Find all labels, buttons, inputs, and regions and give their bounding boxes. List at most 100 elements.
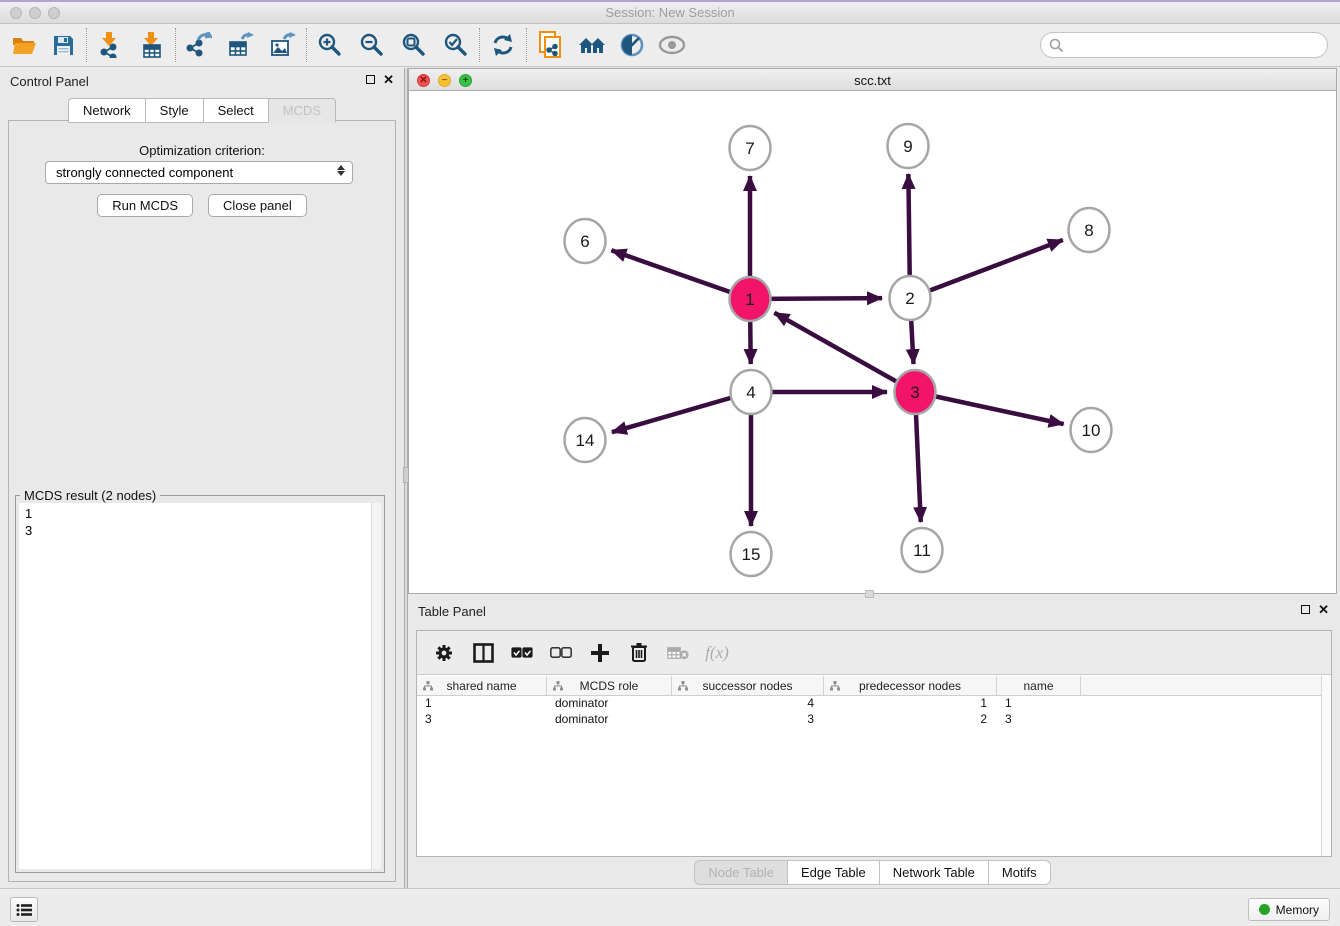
float-panel-icon[interactable] (366, 75, 375, 84)
table-cell-mcds_role[interactable]: dominator (547, 712, 672, 728)
table-cell-successor_nodes[interactable]: 3 (672, 712, 824, 728)
zoom-in-icon[interactable] (313, 28, 347, 62)
graph-node-3[interactable]: 3 (895, 370, 936, 414)
tab-network[interactable]: Network (68, 98, 145, 123)
memory-button[interactable]: Memory (1248, 898, 1330, 921)
export-network-icon[interactable] (182, 28, 216, 62)
criterion-value: strongly connected component (56, 165, 233, 180)
table-cell-name[interactable]: 1 (997, 696, 1081, 712)
mcds-result-text: 1 3 (19, 503, 371, 869)
graph-node-8[interactable]: 8 (1069, 208, 1110, 252)
graph-node-1[interactable]: 1 (730, 277, 771, 321)
graph-node-9[interactable]: 9 (888, 124, 929, 168)
hide-graphics-details-icon[interactable] (615, 28, 649, 62)
application-window: Session: New Session (0, 0, 1340, 926)
network-canvas[interactable]: 1 2 3 4 6 7 8 9 10 11 14 15 (409, 91, 1336, 593)
close-panel-icon[interactable]: ✕ (383, 75, 394, 84)
column-header-name[interactable]: name (997, 676, 1081, 695)
save-session-icon[interactable] (46, 28, 80, 62)
svg-text:4: 4 (746, 383, 755, 402)
export-table-icon[interactable] (224, 28, 258, 62)
close-panel-button[interactable]: Close panel (208, 194, 307, 217)
tab-style[interactable]: Style (145, 98, 203, 123)
memory-label: Memory (1276, 903, 1319, 917)
deselect-all-checkboxes-icon[interactable] (550, 642, 572, 664)
import-table-icon[interactable] (135, 28, 169, 62)
tab-mcds[interactable]: MCDS (268, 98, 336, 123)
table-cell-predecessor_nodes[interactable]: 1 (824, 696, 997, 712)
table-cell-successor_nodes[interactable]: 4 (672, 696, 824, 712)
window-titlebar: Session: New Session (0, 2, 1340, 24)
open-session-icon[interactable] (8, 28, 42, 62)
function-builder-icon: f(x) (706, 642, 728, 664)
show-graphics-details-icon (655, 28, 689, 62)
table-header-row: shared name MCDS role successor nodes pr… (417, 676, 1331, 696)
table-toolbar: f(x) (417, 631, 1331, 675)
graph-node-15[interactable]: 15 (731, 532, 772, 576)
graph-node-2[interactable]: 2 (890, 276, 931, 320)
tab-node-table[interactable]: Node Table (694, 860, 787, 885)
refresh-view-icon[interactable] (486, 28, 520, 62)
import-network-icon[interactable] (93, 28, 127, 62)
graph-node-4[interactable]: 4 (731, 370, 772, 414)
column-type-icon (830, 681, 840, 691)
zoom-out-icon[interactable] (355, 28, 389, 62)
tab-select[interactable]: Select (203, 98, 268, 123)
network-graph[interactable]: 1 2 3 4 6 7 8 9 10 11 14 15 (409, 91, 1336, 593)
run-mcds-button[interactable]: Run MCDS (97, 194, 193, 217)
criterion-dropdown[interactable]: strongly connected component (45, 161, 353, 184)
select-all-checkboxes-icon[interactable] (511, 642, 533, 664)
column-header-predecessor-nodes[interactable]: predecessor nodes (824, 676, 997, 695)
memory-status-icon (1259, 904, 1270, 915)
duplicate-network-icon[interactable] (533, 28, 567, 62)
tab-edge-table[interactable]: Edge Table (787, 860, 879, 885)
table-row[interactable]: 3dominator323 (417, 712, 1331, 728)
table-cell-predecessor_nodes[interactable]: 2 (824, 712, 997, 728)
graph-edge-3-1[interactable] (774, 313, 915, 392)
graph-node-7[interactable]: 7 (730, 126, 771, 170)
tab-motifs[interactable]: Motifs (988, 860, 1051, 885)
search-field[interactable] (1040, 32, 1328, 58)
table-cell-mcds_role[interactable]: dominator (547, 696, 672, 712)
graph-node-14[interactable]: 14 (565, 418, 606, 462)
close-table-panel-icon[interactable]: ✕ (1318, 605, 1329, 614)
table-vertical-scrollbar[interactable] (1321, 676, 1331, 856)
graph-node-10[interactable]: 10 (1071, 408, 1112, 452)
graph-edge-2-8[interactable] (910, 240, 1063, 298)
svg-text:6: 6 (580, 232, 589, 251)
zoom-fit-icon[interactable] (397, 28, 431, 62)
log-console-button[interactable] (10, 897, 38, 922)
column-header-successor-nodes[interactable]: successor nodes (672, 676, 824, 695)
column-header-mcds-role[interactable]: MCDS role (547, 676, 672, 695)
add-column-icon[interactable] (589, 642, 611, 664)
table-cell-name[interactable]: 3 (997, 712, 1081, 728)
column-browser-icon[interactable] (472, 642, 494, 664)
svg-text:2: 2 (905, 289, 914, 308)
network-resize-grip[interactable] (865, 590, 874, 598)
graph-edge-1-6[interactable] (611, 250, 750, 299)
export-image-icon[interactable] (266, 28, 300, 62)
result-scrollbar[interactable] (371, 503, 381, 869)
svg-text:9: 9 (903, 137, 912, 156)
delete-column-icon[interactable] (628, 642, 650, 664)
dropdown-stepper-icon (337, 165, 345, 176)
table-body: 1dominator4113dominator323 (417, 696, 1331, 728)
svg-text:14: 14 (576, 431, 595, 450)
first-neighbors-icon[interactable] (575, 28, 609, 62)
graph-node-6[interactable]: 6 (565, 219, 606, 263)
graph-node-11[interactable]: 11 (902, 528, 943, 572)
table-panel: Table Panel ✕ (408, 598, 1337, 888)
column-type-icon (678, 681, 688, 691)
column-header-shared-name[interactable]: shared name (417, 676, 547, 695)
table-cell-shared_name[interactable]: 3 (417, 712, 547, 728)
table-options-gear-icon[interactable] (433, 642, 455, 664)
search-input[interactable] (1064, 35, 1327, 55)
graph-edge-3-10[interactable] (915, 392, 1064, 424)
table-cell-shared_name[interactable]: 1 (417, 696, 547, 712)
tab-network-table[interactable]: Network Table (879, 860, 988, 885)
svg-text:11: 11 (913, 541, 931, 560)
zoom-selected-icon[interactable] (439, 28, 473, 62)
float-table-panel-icon[interactable] (1301, 605, 1310, 614)
svg-text:7: 7 (745, 139, 754, 158)
table-row[interactable]: 1dominator411 (417, 696, 1331, 712)
